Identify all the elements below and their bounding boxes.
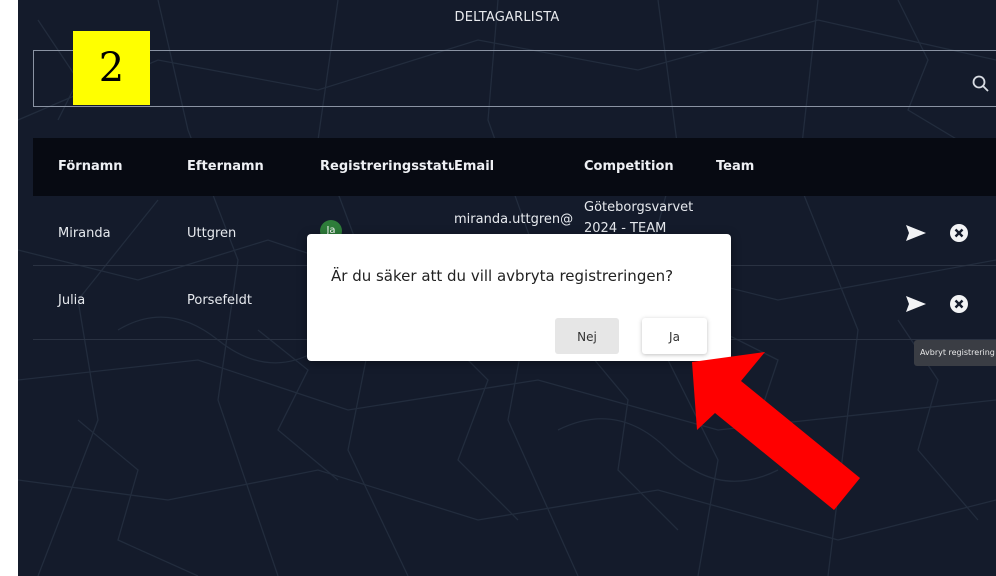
last-name-cell: Porsefeldt	[187, 293, 252, 308]
step-number-badge: 2	[73, 31, 150, 105]
last-name-cell: Uttgren	[187, 226, 237, 241]
search-box	[33, 50, 996, 107]
yes-button[interactable]: Ja	[642, 318, 707, 354]
table-header: Förnamn Efternamn Registreringsstatus Em…	[33, 138, 996, 196]
email-cell: miranda.uttgren@	[454, 212, 574, 227]
app-frame: DELTAGARLISTA Förnamn Efternamn Registre…	[18, 0, 996, 576]
cancel-icon[interactable]	[949, 294, 969, 314]
send-icon[interactable]	[905, 295, 927, 313]
dialog-message: Är du säker att du vill avbryta registre…	[331, 267, 674, 285]
column-header-email[interactable]: Email	[454, 159, 494, 174]
column-header-competition[interactable]: Competition	[584, 159, 674, 174]
search-input[interactable]	[34, 51, 964, 106]
page-title: DELTAGARLISTA	[454, 10, 560, 25]
no-button[interactable]: Nej	[555, 318, 619, 354]
column-header-last-name[interactable]: Efternamn	[187, 159, 264, 174]
column-header-status[interactable]: Registreringsstatus	[320, 159, 454, 174]
column-header-team[interactable]: Team	[716, 159, 754, 174]
confirm-dialog: Är du säker att du vill avbryta registre…	[307, 234, 731, 361]
cancel-tooltip: Avbryt registrering	[914, 340, 996, 366]
competition-cell-line1: Göteborgsvarvet	[584, 200, 694, 215]
cancel-icon[interactable]	[949, 223, 969, 243]
search-icon[interactable]	[971, 74, 991, 94]
first-name-cell: Julia	[58, 293, 86, 308]
send-icon[interactable]	[905, 224, 927, 242]
first-name-cell: Miranda	[58, 226, 111, 241]
column-header-first-name[interactable]: Förnamn	[58, 159, 123, 174]
